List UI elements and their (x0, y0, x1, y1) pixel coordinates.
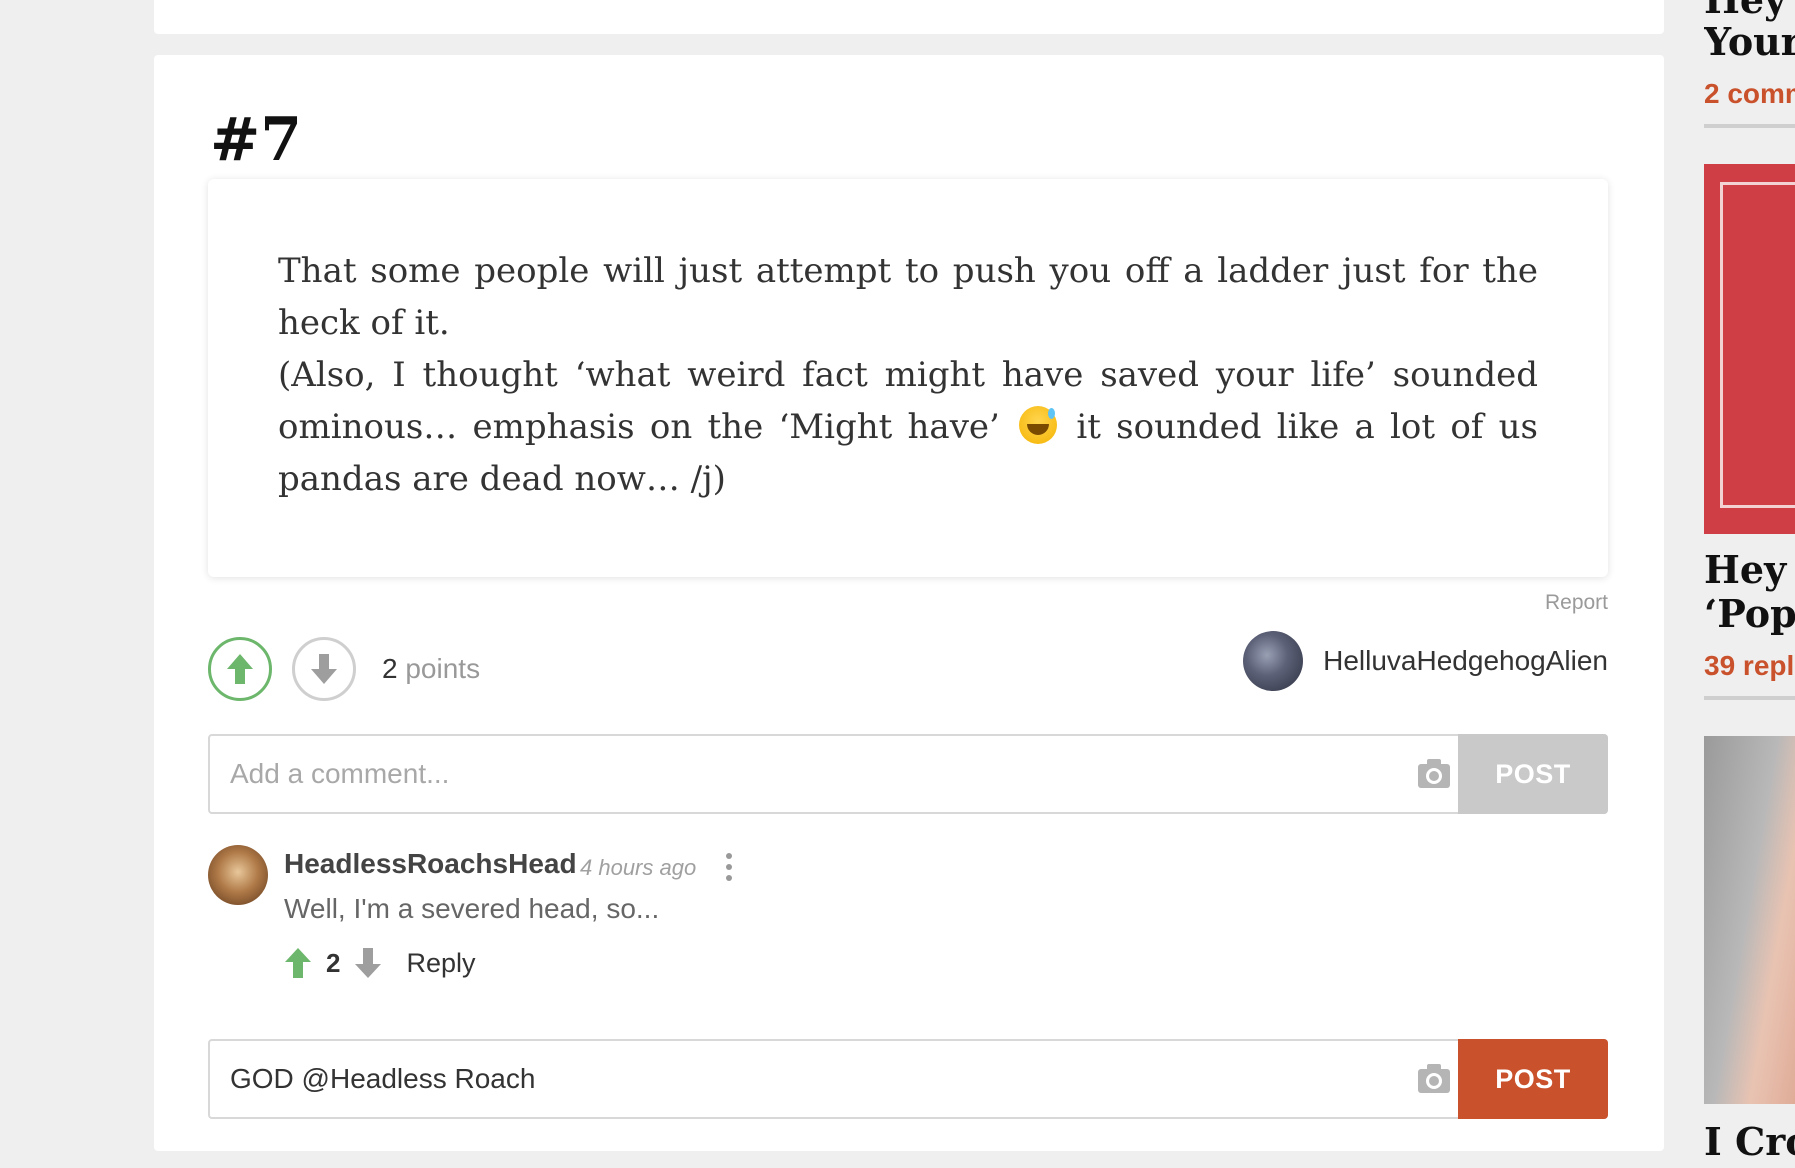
post-text-line1: That some people will just attempt to pu… (278, 251, 1538, 343)
report-link[interactable]: Report (1545, 591, 1608, 615)
sidebar-item-title[interactable]: ‘Popu (1704, 592, 1795, 636)
post-content: That some people will just attempt to pu… (208, 179, 1608, 577)
reply-input[interactable] (210, 1041, 1450, 1117)
divider (1704, 124, 1795, 128)
arrow-down-icon (311, 654, 337, 684)
upvote-button[interactable] (208, 637, 272, 701)
list-item-card: #7 That some people will just attempt to… (154, 55, 1664, 1151)
avatar[interactable] (1243, 631, 1304, 691)
divider (1704, 696, 1795, 700)
camera-icon[interactable] (1416, 756, 1452, 792)
reply-form: POST (208, 1039, 1608, 1119)
post-author[interactable]: HelluvaHedgehogAlien (1243, 631, 1608, 691)
sidebar-item-meta[interactable]: 2 comm (1704, 78, 1795, 110)
comment-score: 2 (326, 947, 341, 978)
comment-form: POST (208, 734, 1608, 814)
more-vertical-icon[interactable] (724, 851, 734, 885)
comment-time: 4 hours ago (580, 855, 697, 880)
camera-icon[interactable] (1416, 1061, 1452, 1097)
sidebar-item-title[interactable]: Hey E (1704, 548, 1795, 592)
post-comment-button[interactable]: POST (1458, 734, 1608, 814)
arrow-up-icon[interactable] (284, 947, 312, 979)
sidebar-item-title[interactable]: I Croc (1704, 1120, 1795, 1164)
arrow-down-icon[interactable] (354, 947, 382, 979)
reply-button[interactable]: Reply (406, 948, 475, 979)
sidebar-item-image[interactable] (1704, 736, 1795, 1104)
sidebar-item-image[interactable] (1704, 164, 1795, 534)
sidebar-item-title[interactable]: Your (1704, 20, 1795, 64)
author-name[interactable]: HelluvaHedgehogAlien (1323, 645, 1608, 677)
post-reply-button[interactable]: POST (1458, 1039, 1608, 1119)
sidebar-item-meta[interactable]: 39 repli (1704, 650, 1795, 682)
previous-card (154, 0, 1664, 34)
grinning-sweat-emoji-icon (1019, 406, 1058, 444)
comment-input[interactable] (210, 736, 1450, 812)
points-count: 2 points (382, 653, 480, 685)
points-value: 2 (382, 653, 398, 684)
item-number: #7 (210, 105, 303, 175)
avatar[interactable] (208, 845, 268, 905)
vote-row: 2 points HelluvaHedgehogAlien (208, 631, 1608, 707)
arrow-up-icon (227, 654, 253, 684)
comment-text: Well, I'm a severed head, so... (284, 893, 660, 924)
sidebar: Hey I Your 2 comm Hey E ‘Popu 39 repli I… (1704, 0, 1795, 1168)
comment-author[interactable]: HeadlessRoachsHead (284, 848, 577, 880)
points-label: points (405, 653, 481, 684)
downvote-button[interactable] (292, 637, 356, 701)
post-text: That some people will just attempt to pu… (278, 245, 1538, 505)
comment-actions: 2 Reply (284, 945, 476, 981)
